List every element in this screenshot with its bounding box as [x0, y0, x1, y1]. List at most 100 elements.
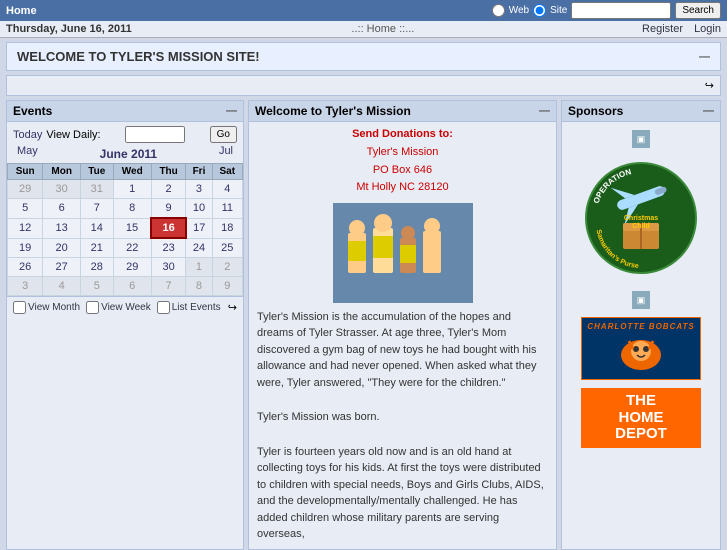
calendar-day[interactable]: 7 [151, 277, 185, 296]
calendar-day[interactable]: 28 [81, 258, 114, 277]
search-input[interactable] [571, 2, 671, 19]
calendar-day[interactable]: 30 [43, 180, 81, 199]
breadcrumb: ..:: Home ::... [351, 23, 414, 35]
calendar-day[interactable]: 24 [186, 238, 212, 258]
view-week-label[interactable]: View Week [86, 301, 151, 314]
month-nav: May June 2011 Jul [7, 145, 243, 163]
bobcats-city: CHARLOTTE BOBCATS [584, 322, 698, 331]
welcome-header: Welcome to Tyler's Mission — [249, 101, 556, 122]
mission-address: Tyler's Mission PO Box 646 Mt Holly NC 2… [257, 144, 548, 197]
calendar-day[interactable]: 1 [186, 258, 212, 277]
bobcat-icon [611, 333, 671, 373]
calendar-day[interactable]: 13 [43, 218, 81, 238]
login-link[interactable]: Login [694, 23, 721, 35]
date-input[interactable]: 6/16/2011 [125, 126, 185, 143]
calendar-day[interactable]: 29 [113, 258, 151, 277]
banner-close-icon[interactable]: — [699, 51, 710, 63]
po-box: PO Box 646 [257, 162, 548, 180]
bobcats-logo: CHARLOTTE BOBCATS [581, 317, 701, 380]
calendar-day[interactable]: 8 [113, 199, 151, 219]
calendar-day[interactable]: 18 [212, 218, 242, 238]
calendar-body: 2930311234567891011121314151617181920212… [8, 180, 243, 296]
search-button[interactable]: Search [675, 2, 721, 19]
calendar-day[interactable]: 19 [8, 238, 43, 258]
calendar-day[interactable]: 3 [8, 277, 43, 296]
calendar-day[interactable]: 9 [212, 277, 242, 296]
calendar-day[interactable]: 11 [212, 199, 242, 219]
calendar-day[interactable]: 1 [113, 180, 151, 199]
day-tue: Tue [81, 164, 114, 180]
calendar-header-row: Sun Mon Tue Wed Thu Fri Sat [8, 164, 243, 180]
calendar-day[interactable]: 10 [186, 199, 212, 219]
sponsors-panel: Sponsors — ▣ [561, 100, 721, 550]
view-daily-label: View Daily: [46, 129, 100, 141]
next-month-link[interactable]: Jul [219, 145, 233, 163]
calendar-day[interactable]: 4 [212, 180, 242, 199]
view-links: View Month View Week List Events [13, 301, 221, 314]
welcome-panel: Welcome to Tyler's Mission — Send Donati… [248, 100, 557, 550]
events-panel: Events — Today View Daily: 6/16/2011 Go … [6, 100, 244, 550]
calendar-day[interactable]: 23 [151, 238, 185, 258]
calendar-day[interactable]: 21 [81, 238, 114, 258]
welcome-close-icon[interactable]: — [539, 105, 550, 117]
today-link[interactable]: Today [13, 129, 42, 141]
sponsors-close-icon[interactable]: — [703, 105, 714, 117]
calendar-day[interactable]: 25 [212, 238, 242, 258]
prev-month-link[interactable]: May [17, 145, 38, 163]
sponsor-placeholder-1: ▣ [632, 130, 650, 148]
calendar-day[interactable]: 7 [81, 199, 114, 219]
list-events-label[interactable]: List Events [157, 301, 221, 314]
list-events-check[interactable] [157, 301, 170, 314]
month-header: June 2011 [100, 145, 157, 163]
calendar-day[interactable]: 9 [151, 199, 185, 219]
calendar-day[interactable]: 29 [8, 180, 43, 199]
calendar-week-row: 19202122232425 [8, 238, 243, 258]
calendar-week-row: 12131415161718 [8, 218, 243, 238]
welcome-panel-title: Welcome to Tyler's Mission [255, 104, 411, 118]
view-month-check[interactable] [13, 301, 26, 314]
calendar-day[interactable]: 22 [113, 238, 151, 258]
calendar-day[interactable]: 8 [186, 277, 212, 296]
calendar-day[interactable]: 12 [8, 218, 43, 238]
calendar-week-row: 2930311234 [8, 180, 243, 199]
calendar-day[interactable]: 30 [151, 258, 185, 277]
calendar-day[interactable]: 31 [81, 180, 114, 199]
go-button[interactable]: Go [210, 126, 237, 143]
calendar-day[interactable]: 15 [113, 218, 151, 238]
calendar-day[interactable]: 6 [113, 277, 151, 296]
calendar-day[interactable]: 2 [151, 180, 185, 199]
calendar-day[interactable]: 5 [8, 199, 43, 219]
svg-text:Child: Child [632, 223, 650, 230]
view-week-check[interactable] [86, 301, 99, 314]
events-close-icon[interactable]: — [226, 105, 237, 117]
calendar-day[interactable]: 14 [81, 218, 114, 238]
calendar-table: Sun Mon Tue Wed Thu Fri Sat 293031123456… [7, 163, 243, 296]
calendar-day[interactable]: 4 [43, 277, 81, 296]
donation-line: Send Donations to: [257, 128, 548, 140]
calendar-day[interactable]: 16 [151, 218, 185, 238]
calendar-footer: View Month View Week List Events ↪ [7, 296, 243, 318]
welcome-banner: WELCOME TO TYLER'S MISSION SITE! — [6, 42, 721, 71]
calendar-day[interactable]: 5 [81, 277, 114, 296]
calendar-day[interactable]: 26 [8, 258, 43, 277]
calendar-day[interactable]: 2 [212, 258, 242, 277]
org-name: Tyler's Mission [257, 144, 548, 162]
calendar-day[interactable]: 3 [186, 180, 212, 199]
web-radio[interactable] [492, 4, 505, 17]
calendar-week-row: 3456789 [8, 277, 243, 296]
calendar-day[interactable]: 27 [43, 258, 81, 277]
calendar-day[interactable]: 6 [43, 199, 81, 219]
welcome-content: Send Donations to: Tyler's Mission PO Bo… [249, 122, 556, 549]
view-month-label[interactable]: View Month [13, 301, 80, 314]
web-label: Web [509, 5, 529, 16]
day-sun: Sun [8, 164, 43, 180]
calendar-week-row: 567891011 [8, 199, 243, 219]
home-link[interactable]: Home [6, 5, 37, 17]
site-radio[interactable] [533, 4, 546, 17]
register-link[interactable]: Register [642, 23, 683, 35]
address-line: Mt Holly NC 28120 [257, 179, 548, 197]
day-wed: Wed [113, 164, 151, 180]
mission-para2: Tyler's Mission was born. [257, 409, 548, 426]
calendar-day[interactable]: 20 [43, 238, 81, 258]
calendar-day[interactable]: 17 [186, 218, 212, 238]
